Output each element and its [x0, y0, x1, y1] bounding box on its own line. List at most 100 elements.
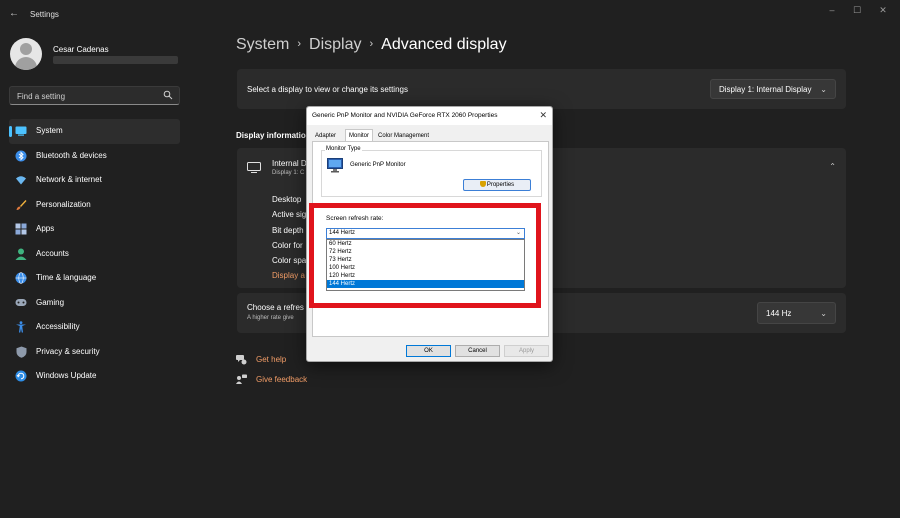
- ok-button[interactable]: OK: [406, 345, 451, 357]
- info-row-active-signal: Active sig: [272, 210, 307, 220]
- get-help-text: Get help: [256, 355, 287, 364]
- sidebar-item-label: Time & language: [36, 273, 97, 282]
- globe-icon: [15, 272, 27, 284]
- monitor-icon: [247, 162, 261, 173]
- info-row-color-space: Color spa: [272, 256, 307, 266]
- refresh-rate-select[interactable]: 144 Hertz ⌄: [326, 228, 525, 239]
- display-dropdown-value: Display 1: Internal Display: [719, 85, 812, 94]
- refresh-option-100[interactable]: 100 Hertz: [327, 264, 524, 272]
- user-profile[interactable]: Cesar Cadenas: [10, 38, 180, 74]
- network-icon: [15, 174, 27, 186]
- breadcrumb-display[interactable]: Display: [309, 36, 361, 53]
- sidebar-item-gaming[interactable]: Gaming: [9, 291, 180, 316]
- sidebar-item-label: Gaming: [36, 297, 65, 307]
- refresh-option-144[interactable]: 144 Hertz: [327, 280, 524, 288]
- sidebar-item-label: Privacy & security: [36, 346, 100, 356]
- display-info-title: Internal D: [272, 159, 307, 168]
- refresh-rate-options-list: 60 Hertz 72 Hertz 73 Hertz 100 Hertz 120…: [326, 239, 525, 291]
- page-title: Advanced display: [381, 36, 507, 53]
- search-placeholder: Find a setting: [17, 92, 66, 101]
- sidebar-item-personalization[interactable]: Personalization: [9, 193, 180, 218]
- monitor-tab-panel: Monitor Type Generic PnP Monitor Propert…: [312, 141, 549, 337]
- sidebar-item-label: Network & internet: [36, 175, 102, 184]
- chevron-down-icon: ⌄: [820, 85, 827, 94]
- monitor-name: Generic PnP Monitor: [350, 162, 406, 168]
- sidebar-item-network[interactable]: Network & internet: [9, 168, 180, 193]
- info-row-bit-depth: Bit depth: [272, 225, 304, 235]
- sidebar-item-label: Windows Update: [36, 371, 97, 380]
- display-adapter-properties-link[interactable]: Display a: [272, 271, 306, 286]
- user-email-redacted: [53, 56, 178, 64]
- breadcrumb-system[interactable]: System: [236, 36, 289, 53]
- user-name: Cesar Cadenas: [53, 45, 109, 54]
- back-arrow-icon[interactable]: ←: [8, 8, 20, 20]
- breadcrumb-separator: ›: [369, 38, 374, 50]
- info-row-color-format: Color for: [272, 240, 303, 250]
- title-bar: ← Settings – ☐ ✕: [0, 0, 900, 28]
- uac-shield-icon: [479, 181, 486, 187]
- brush-icon: [15, 199, 27, 211]
- sidebar-item-accessibility[interactable]: Accessibility: [9, 315, 180, 340]
- monitor-properties-dialog: Generic PnP Monitor and NVIDIA GeForce R…: [306, 106, 553, 362]
- dialog-title: Generic PnP Monitor and NVIDIA GeForce R…: [312, 112, 498, 119]
- apply-button[interactable]: Apply: [504, 345, 549, 357]
- cancel-button[interactable]: Cancel: [455, 345, 500, 357]
- breadcrumb-separator: ›: [297, 38, 302, 50]
- close-icon[interactable]: ✕: [876, 4, 890, 16]
- sidebar-item-label: Apps: [36, 224, 55, 233]
- refresh-option-73[interactable]: 73 Hertz: [327, 256, 524, 264]
- minimize-icon[interactable]: –: [825, 4, 839, 16]
- sidebar-item-label: System: [36, 126, 63, 135]
- chevron-up-icon[interactable]: ⌃: [829, 162, 836, 171]
- shield-icon: [15, 346, 27, 358]
- refresh-rate-dropdown[interactable]: 144 Hz ⌄: [757, 302, 836, 324]
- sidebar-nav: System Bluetooth & devices Network & int…: [9, 119, 180, 389]
- app-title: Settings: [30, 10, 59, 19]
- avatar: [10, 38, 42, 70]
- refresh-rate-subtitle: A higher rate give: [247, 315, 294, 321]
- sidebar-item-windows-update[interactable]: Windows Update: [9, 364, 180, 389]
- search-icon: [163, 90, 173, 100]
- refresh-option-120[interactable]: 120 Hertz: [327, 272, 524, 280]
- refresh-option-60[interactable]: 60 Hertz: [327, 240, 524, 248]
- breadcrumb: System › Display › Advanced display: [236, 36, 507, 54]
- sidebar-item-system[interactable]: System: [9, 119, 180, 144]
- feedback-icon: [236, 374, 247, 384]
- sidebar-item-apps[interactable]: Apps: [9, 217, 180, 242]
- display-info-rows: Desktop Active sig Bit depth Color for C…: [272, 195, 306, 287]
- dialog-title-bar: Generic PnP Monitor and NVIDIA GeForce R…: [307, 107, 552, 125]
- accessibility-icon: [15, 321, 27, 333]
- refresh-option-72[interactable]: 72 Hertz: [327, 248, 524, 256]
- give-feedback-link[interactable]: Give feedback: [236, 374, 336, 386]
- display-select-label: Select a display to view or change its s…: [247, 85, 408, 94]
- chevron-down-icon: ⌄: [515, 230, 521, 236]
- update-icon: [15, 370, 27, 382]
- display-info-subtitle: Display 1: C: [272, 170, 305, 176]
- chevron-down-icon: ⌄: [820, 309, 827, 318]
- sidebar-item-label: Accounts: [36, 248, 69, 258]
- system-icon: [15, 125, 27, 137]
- sidebar-item-bluetooth[interactable]: Bluetooth & devices: [9, 144, 180, 169]
- search-input[interactable]: Find a setting: [9, 86, 180, 105]
- sidebar-item-label: Accessibility: [36, 322, 80, 331]
- properties-button[interactable]: Properties: [463, 179, 531, 191]
- maximize-icon[interactable]: ☐: [850, 4, 864, 16]
- accounts-icon: [15, 248, 27, 260]
- refresh-rate-selected: 144 Hertz: [329, 230, 356, 236]
- display-dropdown[interactable]: Display 1: Internal Display ⌄: [710, 79, 836, 99]
- info-row-desktop-mode: Desktop: [272, 195, 302, 204]
- section-title: Display informatio: [236, 131, 306, 140]
- bluetooth-icon: [15, 150, 27, 162]
- refresh-rate-title: Choose a refres: [247, 303, 304, 312]
- sidebar-item-time-language[interactable]: Time & language: [9, 266, 180, 291]
- screen-refresh-rate-label: Screen refresh rate:: [326, 215, 384, 222]
- monitor-icon: [327, 158, 343, 173]
- monitor-type-group: Monitor Type Generic PnP Monitor Propert…: [321, 146, 542, 197]
- sidebar-item-accounts[interactable]: Accounts: [9, 242, 180, 267]
- sidebar-item-privacy-security[interactable]: Privacy & security: [9, 340, 180, 365]
- dialog-close-icon[interactable]: ✕: [539, 110, 547, 121]
- sidebar-item-label: Bluetooth & devices: [36, 150, 107, 160]
- properties-button-label: Properties: [486, 182, 515, 188]
- help-icon: [236, 355, 247, 365]
- monitor-type-legend: Monitor Type: [325, 146, 362, 152]
